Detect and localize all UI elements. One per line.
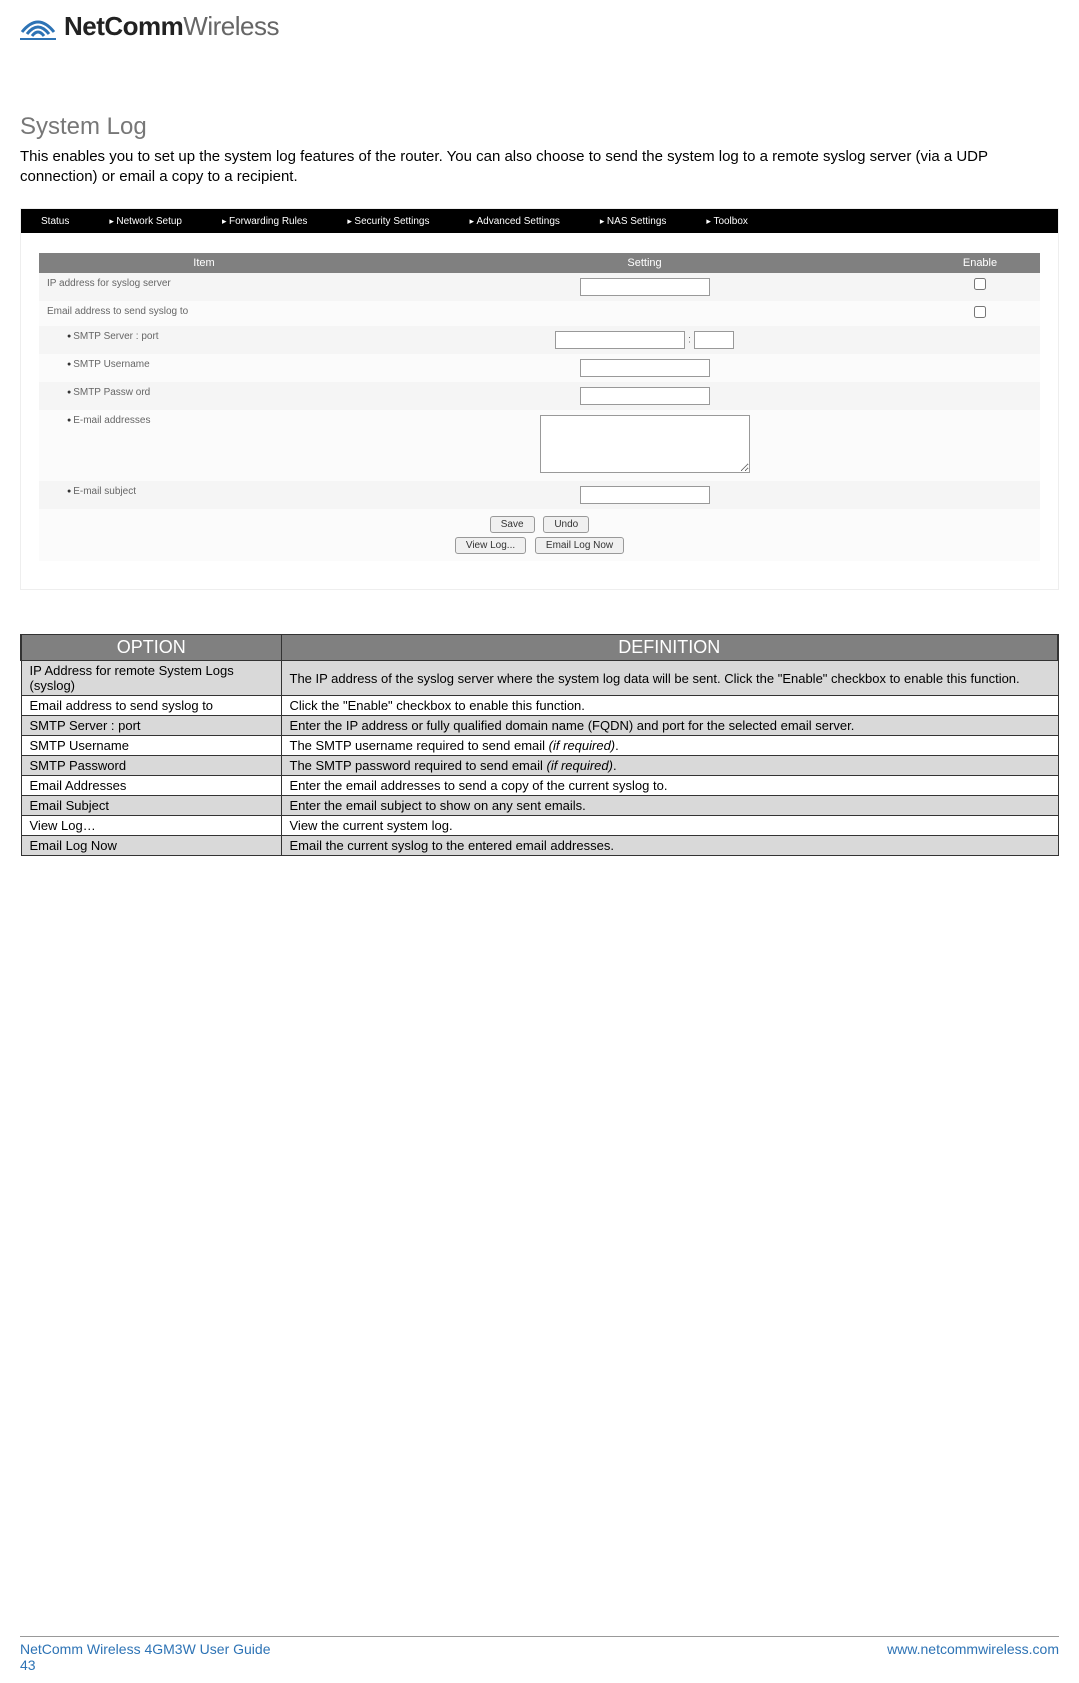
nav-status[interactable]: Status	[21, 216, 89, 227]
undo-button[interactable]: Undo	[543, 516, 589, 533]
email-addresses-textarea[interactable]	[540, 415, 750, 473]
nav-nas-settings[interactable]: NAS Settings	[580, 216, 687, 227]
table-row: Email address to send syslog to Click th…	[21, 696, 1058, 716]
brand-logo: NetCommWireless	[20, 10, 1059, 43]
def-def: Email the current syslog to the entered …	[281, 836, 1058, 856]
page-footer: NetComm Wireless 4GM3W User Guide www.ne…	[20, 1637, 1059, 1657]
router-navbar: Status Network Setup Forwarding Rules Se…	[21, 209, 1058, 233]
row-smtp-server-label: SMTP Server : port	[67, 331, 159, 342]
row-smtp-user-label: SMTP Username	[67, 359, 150, 370]
def-opt: SMTP Username	[21, 736, 281, 756]
def-opt: Email Addresses	[21, 776, 281, 796]
def-def: View the current system log.	[281, 816, 1058, 836]
def-def: Enter the email subject to show on any s…	[281, 796, 1058, 816]
def-opt: Email Log Now	[21, 836, 281, 856]
def-def: Enter the IP address or fully qualified …	[281, 716, 1058, 736]
email-enable-checkbox[interactable]	[974, 306, 986, 318]
col-header-setting: Setting	[369, 253, 920, 273]
logo-text: NetCommWireless	[64, 11, 279, 42]
smtp-server-input[interactable]	[555, 331, 685, 349]
row-email-addrs-label: E-mail addresses	[67, 415, 150, 426]
row-emailto-label: Email address to send syslog to	[39, 301, 369, 326]
def-opt: SMTP Server : port	[21, 716, 281, 736]
page-title: System Log	[20, 113, 1059, 141]
footer-guide-title: NetComm Wireless 4GM3W User Guide	[20, 1641, 271, 1657]
footer-url: www.netcommwireless.com	[887, 1641, 1059, 1657]
def-def: The SMTP password required to send email…	[281, 756, 1058, 776]
def-opt: View Log…	[21, 816, 281, 836]
port-separator: :	[688, 335, 691, 346]
def-header-definition: DEFINITION	[281, 635, 1058, 661]
def-def: The SMTP username required to send email…	[281, 736, 1058, 756]
nav-advanced-settings[interactable]: Advanced Settings	[449, 216, 579, 227]
ip-address-input[interactable]	[580, 278, 710, 296]
def-opt: SMTP Password	[21, 756, 281, 776]
row-ip-label: IP address for syslog server	[39, 273, 369, 301]
nav-toolbox[interactable]: Toolbox	[686, 216, 768, 227]
table-row: Email Addresses Enter the email addresse…	[21, 776, 1058, 796]
table-row: Email Subject Enter the email subject to…	[21, 796, 1058, 816]
def-opt: Email Subject	[21, 796, 281, 816]
col-header-enable: Enable	[920, 253, 1040, 273]
def-header-option: OPTION	[21, 635, 281, 661]
email-log-now-button[interactable]: Email Log Now	[535, 537, 624, 554]
row-smtp-pass-label: SMTP Passw ord	[67, 387, 150, 398]
nav-forwarding-rules[interactable]: Forwarding Rules	[202, 216, 327, 227]
smtp-password-input[interactable]	[580, 387, 710, 405]
def-opt: IP Address for remote System Logs (syslo…	[21, 661, 281, 696]
def-def: The IP address of the syslog server wher…	[281, 661, 1058, 696]
def-opt: Email address to send syslog to	[21, 696, 281, 716]
save-button[interactable]: Save	[490, 516, 535, 533]
logo-bold: NetComm	[64, 11, 183, 41]
nav-network-setup[interactable]: Network Setup	[89, 216, 202, 227]
smtp-username-input[interactable]	[580, 359, 710, 377]
smtp-port-input[interactable]	[694, 331, 734, 349]
config-table: Item Setting Enable IP address for syslo…	[39, 253, 1040, 561]
nav-security-settings[interactable]: Security Settings	[327, 216, 449, 227]
table-row: SMTP Password The SMTP password required…	[21, 756, 1058, 776]
wifi-arc-icon	[20, 10, 56, 43]
def-def: Enter the email addresses to send a copy…	[281, 776, 1058, 796]
table-row: SMTP Username The SMTP username required…	[21, 736, 1058, 756]
button-row: Save Undo View Log... Email Log Now	[39, 509, 1040, 561]
row-email-subj-label: E-mail subject	[67, 486, 136, 497]
page-number: 43	[20, 1657, 1059, 1673]
table-row: Email Log Now Email the current syslog t…	[21, 836, 1058, 856]
intro-paragraph: This enables you to set up the system lo…	[20, 147, 1059, 186]
view-log-button[interactable]: View Log...	[455, 537, 526, 554]
email-subject-input[interactable]	[580, 486, 710, 504]
definition-table: OPTION DEFINITION IP Address for remote …	[20, 634, 1059, 856]
col-header-item: Item	[39, 253, 369, 273]
def-def: Click the "Enable" checkbox to enable th…	[281, 696, 1058, 716]
table-row: SMTP Server : port Enter the IP address …	[21, 716, 1058, 736]
table-row: View Log… View the current system log.	[21, 816, 1058, 836]
ip-enable-checkbox[interactable]	[974, 278, 986, 290]
router-config-panel: Status Network Setup Forwarding Rules Se…	[20, 208, 1059, 590]
table-row: IP Address for remote System Logs (syslo…	[21, 661, 1058, 696]
logo-light: Wireless	[183, 11, 279, 41]
